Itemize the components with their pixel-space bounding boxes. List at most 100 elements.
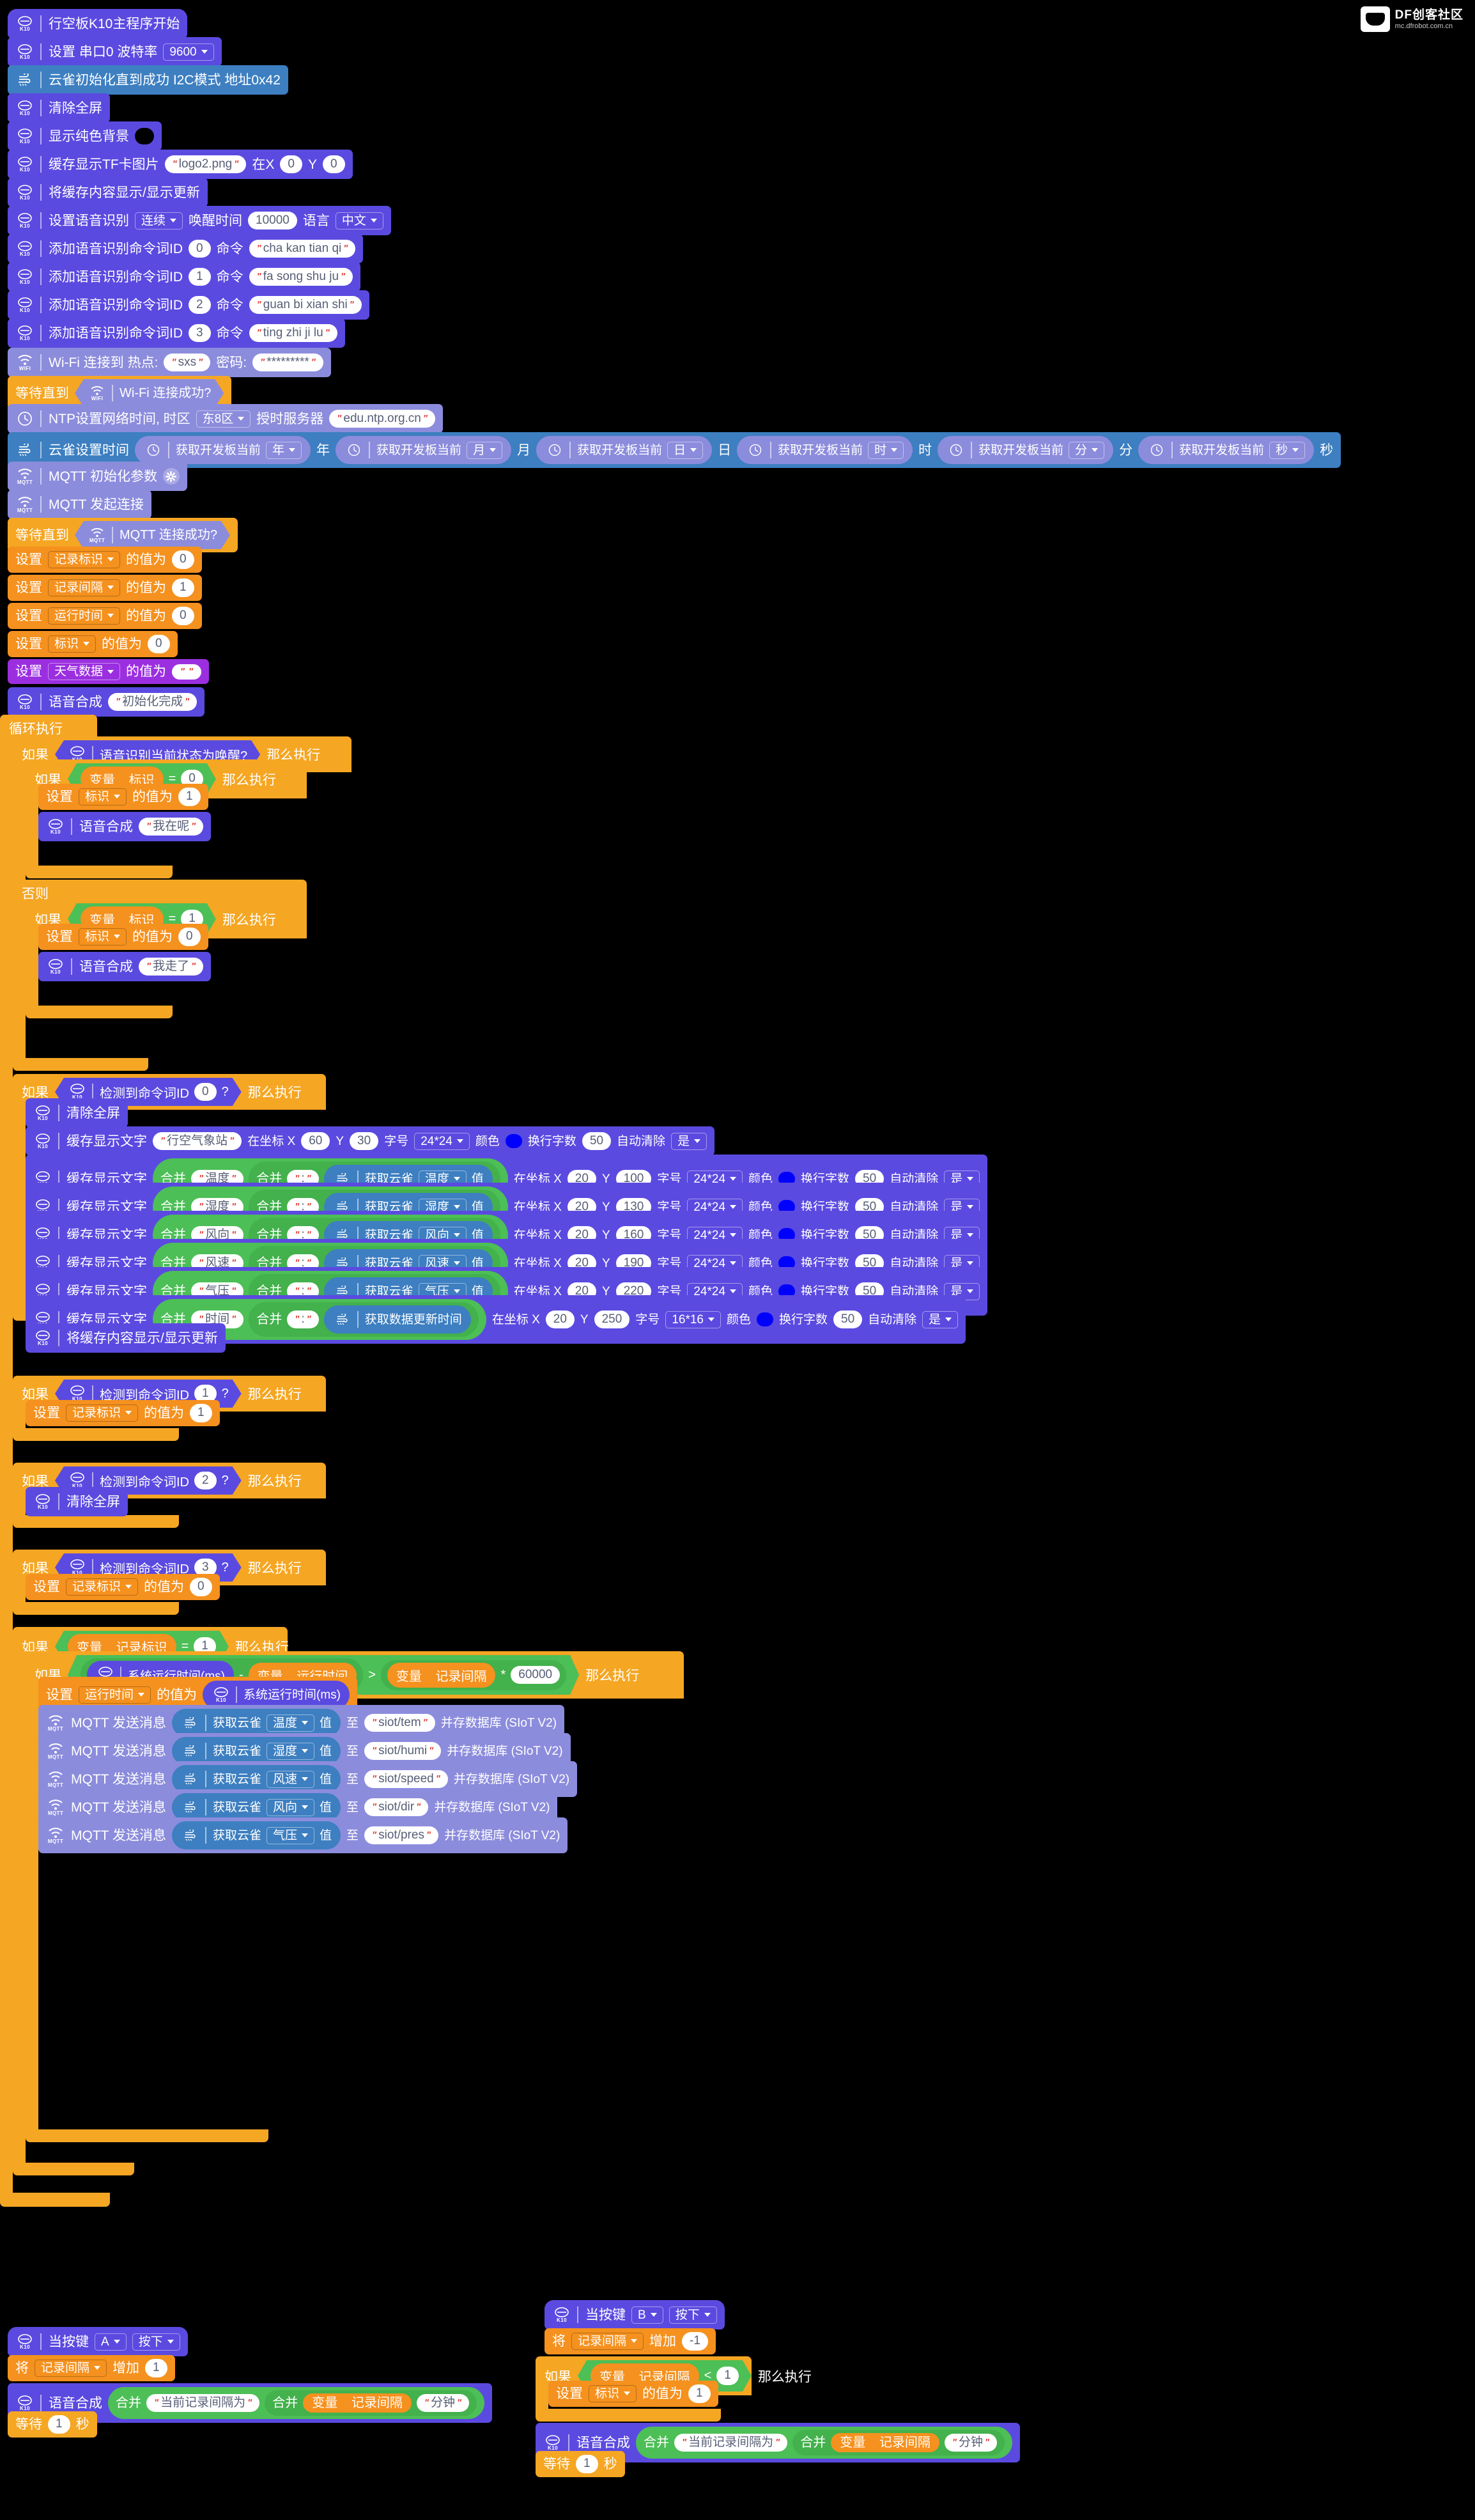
wake-time-input[interactable]: 10000	[248, 211, 297, 230]
lark-measure-dropdown[interactable]: 风向	[266, 1798, 314, 1816]
variable-dropdown[interactable]: 记录标识	[66, 1404, 139, 1422]
hat-button-a-pressed[interactable]: K10 当按键 A 按下	[8, 2327, 188, 2356]
time-unit-dropdown[interactable]: 时	[868, 441, 904, 459]
block-tts-here[interactable]: K10 语音合成 " 我在呢 "	[38, 812, 212, 841]
block-display-title[interactable]: K10 缓存显示文字 " 行空气象站 " 在坐标 X 60 Y 30 字号 24*2…	[26, 1126, 715, 1156]
reporter-board-year[interactable]: 获取开发板当前 年	[135, 436, 311, 464]
key-action-dropdown[interactable]: 按下	[132, 2333, 180, 2351]
block-add-command-word-1[interactable]: K10 添加语音识别命令词ID 1 命令 " fa song shu ju "	[8, 262, 361, 292]
variable-dropdown[interactable]: 运行时间	[79, 1686, 151, 1704]
block-add-command-word-0[interactable]: K10 添加语音识别命令词ID 0 命令 " cha kan tian qi "	[8, 234, 364, 263]
block-mqtt-publish-pressure[interactable]: MQTT MQTT 发送消息 获取云雀 气压 值 至 " siot/pres " 并…	[38, 1817, 568, 1853]
reporter-variable-interval[interactable]: 变量 记录间隔	[831, 2433, 939, 2452]
block-lark-set-time[interactable]: 云雀设置时间 获取开发板当前 年 年 获取开发板当前 月 月 获取开发板当前 日…	[8, 432, 1341, 468]
reporter-board-month[interactable]: 获取开发板当前 月	[336, 436, 512, 464]
block-clear-screen[interactable]: K10 清除全屏	[8, 93, 110, 123]
block-add-command-word-3[interactable]: K10 添加语音识别命令词ID 3 命令 " ting zhi ji lu "	[8, 318, 345, 348]
tts-text-input[interactable]: " 我走了 "	[139, 957, 204, 976]
key-dropdown[interactable]: B	[631, 2306, 663, 2324]
wifi-ssid-input[interactable]: " sxs "	[164, 353, 211, 372]
display-text-input[interactable]: " 行空气象站 "	[153, 1132, 242, 1151]
variable-dropdown[interactable]: 运行时间	[48, 607, 121, 625]
tf-image-y-input[interactable]: 0	[322, 155, 345, 174]
block-solid-background[interactable]: K10 显示纯色背景	[8, 121, 162, 151]
cmd-id-input[interactable]: 0	[189, 239, 211, 258]
reporter-mqtt-connected[interactable]: MQTT MQTT 连接成功?	[75, 521, 230, 549]
cmd-id-input[interactable]: 3	[189, 323, 211, 343]
weather-data-input[interactable]: " "	[172, 664, 202, 680]
reporter-join-outer[interactable]: 合并 " 当前记录间隔为 " 合并 变量 记录间隔 " 分钟 "	[108, 2387, 485, 2419]
mqtt-topic-input[interactable]: " siot/pres "	[364, 1826, 439, 1845]
block-tts-leaving[interactable]: K10 语音合成 " 我走了 "	[38, 952, 212, 981]
block-wifi-connect[interactable]: WIFI Wi-Fi 连接到 热点: " sxs " 密码: " ********* "	[8, 348, 331, 377]
join-arg1-input[interactable]: " 当前记录间隔为 "	[146, 2393, 260, 2413]
variable-value-input[interactable]: 1	[178, 788, 201, 806]
text-color-swatch[interactable]	[505, 1134, 522, 1148]
block-set-variable-record-interval[interactable]: 设置 记录间隔 的值为 1	[8, 575, 202, 601]
join-arg2-input[interactable]: " 分钟 "	[416, 2393, 470, 2413]
block-mqtt-connect[interactable]: MQTT MQTT 发起连接	[8, 490, 151, 519]
variable-dropdown[interactable]: 标识	[589, 2384, 637, 2402]
font-size-dropdown[interactable]: 24*24	[414, 1132, 470, 1150]
change-amount-input[interactable]: -1	[682, 2332, 708, 2351]
lark-measure-dropdown[interactable]: 风速	[266, 1770, 314, 1788]
variable-dropdown[interactable]: 记录间隔	[48, 579, 121, 596]
operator-operand-input[interactable]: 1	[716, 2367, 739, 2385]
auto-clear-dropdown[interactable]: 是	[922, 1311, 959, 1328]
background-color-swatch[interactable]	[135, 128, 154, 144]
time-unit-dropdown[interactable]: 月	[467, 441, 503, 459]
baud-dropdown[interactable]: 9600	[163, 43, 214, 61]
block-set-record-flag-0[interactable]: 设置 记录标识 的值为 0	[26, 1574, 220, 1600]
coord-y-input[interactable]: 30	[350, 1132, 379, 1151]
detect-cmd-id-input[interactable]: 2	[194, 1472, 217, 1490]
block-clear-screen-cmd0[interactable]: K10 清除全屏	[26, 1098, 128, 1128]
time-unit-dropdown[interactable]: 年	[266, 441, 302, 459]
language-dropdown[interactable]: 中文	[335, 212, 383, 229]
block-mqtt-init[interactable]: MQTT MQTT 初始化参数	[8, 462, 187, 491]
reporter-board-minute[interactable]: 获取开发板当前 分	[938, 436, 1114, 464]
block-refresh-cmd0[interactable]: K10 将缓存内容显示/显示更新	[26, 1323, 226, 1353]
block-set-variable-weather-data[interactable]: 设置 天气数据 的值为 " "	[8, 659, 210, 684]
block-set-variable-flag[interactable]: 设置 标识 的值为 0	[8, 631, 178, 657]
ntp-server-input[interactable]: " edu.ntp.org.cn "	[329, 409, 435, 428]
cmd-text-input[interactable]: " ting zhi ji lu "	[249, 323, 337, 343]
tts-text-input[interactable]: " 我在呢 "	[139, 817, 204, 836]
variable-value-input[interactable]: 0	[190, 1578, 212, 1596]
timezone-dropdown[interactable]: 东8区	[196, 410, 251, 428]
block-set-serial-baud[interactable]: K10 设置 串口0 波特率 9600	[8, 37, 222, 66]
variable-value-input[interactable]: 1	[688, 2384, 711, 2403]
reporter-wifi-connected[interactable]: WIFI Wi-Fi 连接成功?	[75, 379, 224, 407]
hat-button-b-pressed[interactable]: K10 当按键 B 按下	[544, 2300, 725, 2329]
multiply-operand-input[interactable]: 60000	[511, 1666, 560, 1684]
variable-value-input[interactable]: 1	[172, 579, 194, 597]
cmd-id-input[interactable]: 2	[189, 295, 211, 315]
reporter-get-data-update-time[interactable]: 获取数据更新时间	[323, 1305, 471, 1334]
coord-x-input[interactable]: 20	[545, 1310, 575, 1329]
reporter-join-inner[interactable]: 合并 ": " 获取数据更新时间	[249, 1302, 479, 1337]
cmd-id-input[interactable]: 1	[189, 267, 211, 286]
gear-icon[interactable]	[162, 468, 180, 485]
cmd-text-input[interactable]: " guan bi xian shi "	[249, 295, 362, 315]
variable-dropdown[interactable]: 记录标识	[48, 550, 121, 568]
block-set-record-flag-1[interactable]: 设置 记录标识 的值为 1	[26, 1400, 220, 1426]
change-amount-input[interactable]: 1	[145, 2359, 167, 2377]
block-ntp-settime[interactable]: NTP设置网络时间, 时区 东8区 授时服务器 " edu.ntp.org.cn "	[8, 404, 443, 433]
variable-dropdown[interactable]: 标识	[48, 635, 97, 653]
reporter-join-inner[interactable]: 合并 变量 记录间隔 " 分钟 "	[792, 2430, 1005, 2455]
block-screen-refresh[interactable]: K10 将缓存内容显示/显示更新	[8, 178, 208, 207]
wrap-chars-input[interactable]: 50	[833, 1310, 863, 1329]
block-lark-init[interactable]: 云雀初始化直到成功 I2C模式 地址0x42	[8, 65, 288, 95]
tf-image-filename-input[interactable]: " logo2.png "	[164, 155, 247, 174]
reporter-join-inner[interactable]: 合并 变量 记录间隔 " 分钟 "	[265, 2390, 477, 2416]
wait-seconds-input[interactable]: 1	[576, 2455, 598, 2473]
tf-image-x-input[interactable]: 0	[280, 155, 302, 174]
reporter-board-second[interactable]: 获取开发板当前 秒	[1138, 436, 1315, 464]
variable-dropdown[interactable]: 标识	[79, 788, 127, 805]
detect-cmd-id-input[interactable]: 0	[194, 1083, 217, 1101]
join-arg2-input[interactable]: " 分钟 "	[944, 2433, 998, 2452]
variable-dropdown[interactable]: 记录间隔	[35, 2359, 107, 2377]
variable-value-input[interactable]: 0	[172, 607, 194, 625]
lark-measure-dropdown[interactable]: 温度	[266, 1714, 314, 1732]
variable-dropdown[interactable]: 天气数据	[48, 663, 121, 680]
auto-clear-dropdown[interactable]: 是	[671, 1132, 707, 1150]
